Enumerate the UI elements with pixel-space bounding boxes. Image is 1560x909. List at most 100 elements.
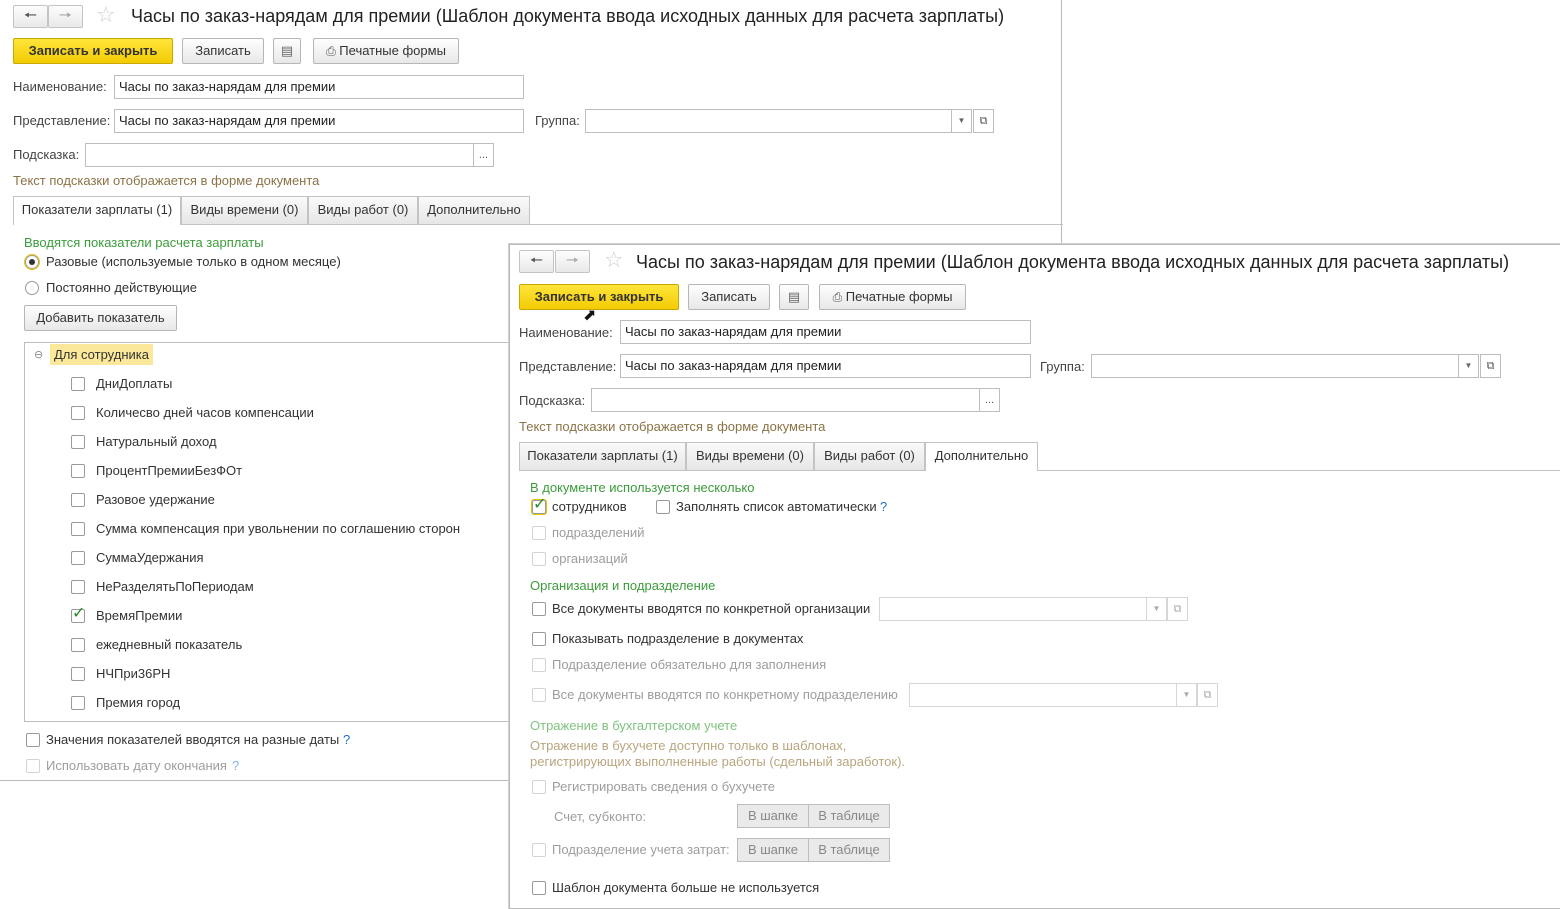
accounting-group-title: Отражение в бухгалтерском учете xyxy=(530,718,738,733)
cost-dept-label: Подразделение учета затрат: xyxy=(552,842,730,857)
representation-field[interactable]: Часы по заказ-нарядам для премии xyxy=(620,354,1031,378)
dropdown-icon: ▼ xyxy=(1176,683,1197,707)
indicator-checkbox[interactable] xyxy=(71,667,85,681)
star-icon[interactable]: ☆ xyxy=(604,249,624,271)
group-label: Группа: xyxy=(1040,359,1085,374)
indicator-label[interactable]: ВремяПремии xyxy=(96,608,182,624)
indicator-label[interactable]: НЧПри36РН xyxy=(96,666,170,682)
back-arrow-icon[interactable]: 🠔 xyxy=(13,5,48,28)
all-by-org-label[interactable]: Все документы вводятся по конкретной орг… xyxy=(552,601,870,617)
star-icon[interactable]: ☆ xyxy=(96,4,116,26)
open-icon[interactable]: ⧉ xyxy=(1480,354,1501,378)
indicator-label[interactable]: НеРазделятьПоПериодам xyxy=(96,579,254,595)
different-dates-checkbox[interactable] xyxy=(26,733,40,747)
all-by-org-checkbox[interactable] xyxy=(532,602,546,616)
dropdown-icon[interactable]: ▼ xyxy=(951,109,972,133)
tab-additional[interactable]: Дополнительно xyxy=(418,196,530,224)
show-dept-checkbox[interactable] xyxy=(532,632,546,646)
different-dates-label[interactable]: Значения показателей вводятся на разные … xyxy=(46,732,339,748)
hint-field[interactable] xyxy=(591,388,980,412)
indicator-checkbox[interactable] xyxy=(71,580,85,594)
departments-checkbox xyxy=(532,526,546,540)
organization-field xyxy=(879,597,1147,621)
indicator-checkbox[interactable] xyxy=(71,551,85,565)
indicator-checkbox[interactable] xyxy=(71,435,85,449)
radio-permanent[interactable] xyxy=(25,281,39,295)
help-icon[interactable]: ? xyxy=(232,758,239,773)
hint-field[interactable] xyxy=(85,143,474,167)
name-field[interactable]: Часы по заказ-нарядам для премии xyxy=(620,320,1031,344)
window-title: Часы по заказ-нарядам для премии (Шаблон… xyxy=(636,252,1510,272)
forward-arrow-icon[interactable]: 🠖 xyxy=(48,5,83,28)
indicator-checkbox[interactable] xyxy=(71,406,85,420)
hint-label: Подсказка: xyxy=(519,393,586,408)
print-forms-label: Печатные формы xyxy=(339,43,446,58)
group-field[interactable] xyxy=(585,109,952,133)
indicator-label[interactable]: Премия город xyxy=(96,695,180,711)
indicator-label[interactable]: ПроцентПремииБезФОт xyxy=(96,463,242,479)
save-button[interactable]: Записать xyxy=(688,284,770,310)
indicator-checkbox[interactable] xyxy=(71,696,85,710)
name-field[interactable]: Часы по заказ-нарядам для премии xyxy=(114,75,524,99)
show-dept-label[interactable]: Показывать подразделение в документах xyxy=(552,631,803,647)
tab-work-types[interactable]: Виды работ (0) xyxy=(814,442,925,470)
radio-permanent-label[interactable]: Постоянно действующие xyxy=(46,280,197,296)
forward-arrow-icon[interactable]: 🠖 xyxy=(555,250,590,273)
tab-work-types[interactable]: Виды работ (0) xyxy=(308,196,418,224)
template-not-used-label[interactable]: Шаблон документа больше не используется xyxy=(552,880,819,896)
all-by-dept-checkbox xyxy=(532,688,546,702)
multi-group-title: В документе используется несколько xyxy=(530,480,755,495)
employees-checkbox[interactable]: ✓ xyxy=(531,496,547,515)
org-group-title: Организация и подразделение xyxy=(530,578,716,593)
tab-time-types[interactable]: Виды времени (0) xyxy=(181,196,308,224)
help-icon[interactable]: ? xyxy=(343,732,350,747)
indicator-checkbox[interactable] xyxy=(71,493,85,507)
template-not-used-checkbox[interactable] xyxy=(532,881,546,895)
organizations-checkbox xyxy=(532,552,546,566)
indicator-label[interactable]: ДниДоплаты xyxy=(96,376,172,392)
employees-label[interactable]: сотрудников xyxy=(552,499,627,515)
indicator-checkbox[interactable] xyxy=(71,522,85,536)
indicator-label[interactable]: ежедневный показатель xyxy=(96,637,242,653)
radio-one-time[interactable] xyxy=(24,254,40,270)
ellipsis-button[interactable]: ... xyxy=(979,388,1000,412)
indicator-label[interactable]: СуммаУдержания xyxy=(96,550,204,566)
indicator-checkbox[interactable]: ✓ xyxy=(71,605,85,623)
tab-salary-indicators[interactable]: Показатели зарплаты (1) xyxy=(519,442,686,470)
tab-additional[interactable]: Дополнительно xyxy=(925,442,1038,471)
open-icon[interactable]: ⧉ xyxy=(973,109,994,133)
use-end-date-checkbox xyxy=(26,759,40,773)
hint-note: Текст подсказки отображается в форме док… xyxy=(13,173,320,188)
save-button[interactable]: Записать xyxy=(182,38,264,64)
print-forms-button[interactable]: ⎙ Печатные формы xyxy=(313,38,459,64)
tab-time-types[interactable]: Виды времени (0) xyxy=(686,442,814,470)
indicator-checkbox[interactable] xyxy=(71,638,85,652)
collapse-icon[interactable]: ⊖ xyxy=(34,348,43,361)
autofill-checkbox[interactable] xyxy=(656,500,670,514)
indicator-checkbox[interactable] xyxy=(71,377,85,391)
save-and-close-button[interactable]: Записать и закрыть xyxy=(13,38,173,64)
help-icon[interactable]: ? xyxy=(880,499,887,514)
autofill-label[interactable]: Заполнять список автоматически xyxy=(676,499,877,515)
tree-root-label[interactable]: Для сотрудника xyxy=(50,344,153,365)
group-field[interactable] xyxy=(1091,354,1459,378)
indicator-label[interactable]: Разовое удержание xyxy=(96,492,215,508)
account-in-header-button: В шапке xyxy=(737,804,809,828)
add-indicator-button[interactable]: Добавить показатель xyxy=(24,305,177,331)
account-in-table-button: В таблице xyxy=(808,804,890,828)
tab-salary-indicators[interactable]: Показатели зарплаты (1) xyxy=(13,196,181,225)
print-forms-button[interactable]: ⎙ Печатные формы xyxy=(819,284,966,310)
print-forms-label: Печатные формы xyxy=(845,289,953,304)
indicator-label[interactable]: Натуральный доход xyxy=(96,434,217,450)
radio-one-time-label[interactable]: Разовые (используемые только в одном мес… xyxy=(46,254,341,270)
save-and-close-button[interactable]: Записать и закрыть xyxy=(519,284,679,310)
indicator-label[interactable]: Количесво дней часов компенсации xyxy=(96,405,314,421)
document-list-icon[interactable]: ▤ xyxy=(273,38,301,64)
document-list-icon[interactable]: ▤ xyxy=(779,284,809,310)
dropdown-icon[interactable]: ▼ xyxy=(1458,354,1479,378)
indicator-checkbox[interactable] xyxy=(71,464,85,478)
ellipsis-button[interactable]: ... xyxy=(473,143,494,167)
indicator-label[interactable]: Сумма компенсация при увольнении по согл… xyxy=(96,521,460,537)
representation-field[interactable]: Часы по заказ-нарядам для премии xyxy=(114,109,524,133)
back-arrow-icon[interactable]: 🠔 xyxy=(519,250,554,273)
